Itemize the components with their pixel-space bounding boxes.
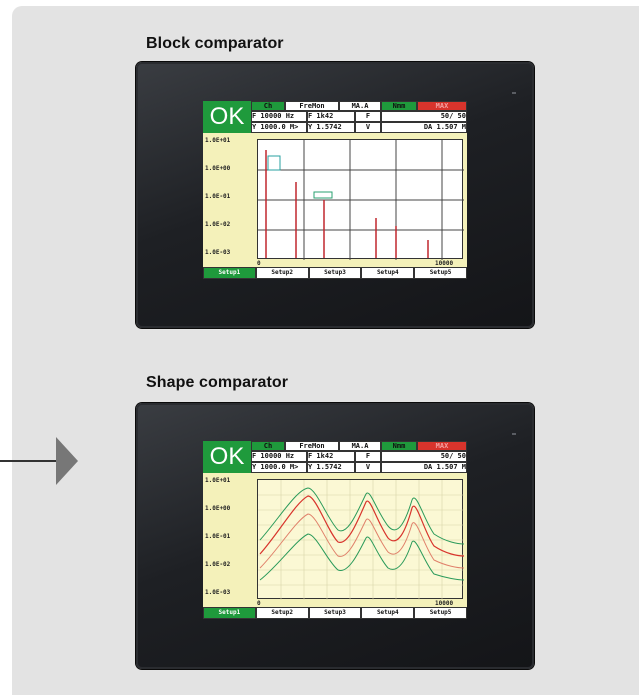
header-cell-status: Nmm [381, 101, 417, 111]
shape-graph [258, 480, 464, 600]
y-axis-label: 1.0E-03 [205, 249, 231, 256]
tab-setup2[interactable]: Setup2 [255, 607, 309, 619]
y-axis-label: 1.0E-02 [205, 561, 231, 568]
tab-setup1[interactable]: Setup1 [203, 607, 256, 619]
da-readout: DA 1.507 M [381, 462, 467, 473]
y-axis-label: 1.0E+01 [205, 477, 231, 484]
shape-comparator-heading: Shape comparator [146, 374, 289, 391]
x-axis-min: 0 [257, 260, 261, 267]
device-led-icon [512, 433, 516, 435]
arrow-right-icon [56, 437, 78, 485]
y-axis-label: 1.0E+01 [205, 137, 231, 144]
unit-readout: F [355, 111, 381, 122]
spectrum-plot [257, 139, 464, 260]
spectrum-graph [258, 140, 464, 260]
header-cell-mode: FreMon [285, 441, 339, 451]
count-readout: 50/ 50 [381, 451, 467, 462]
setup-tabs: Setup1 Setup2 Setup3 Setup4 Setup5 [203, 267, 467, 279]
amplitude-readout: Y 1000.0 M> [251, 122, 307, 133]
block-comparator-device: OK Ch FreMon MA.A Nmm MAX F 10000 Hz F 1… [136, 62, 534, 328]
tab-setup3[interactable]: Setup3 [308, 607, 362, 619]
da-readout: DA 1.507 M [381, 122, 467, 133]
y-axis-label: 1.0E-02 [205, 221, 231, 228]
x-axis-max: 10000 [435, 600, 454, 607]
header-cell-range: MA.A [339, 101, 381, 111]
device-screen: OK Ch FreMon MA.A Nmm MAX F 10000 Hz F 1… [203, 441, 467, 619]
y-axis-label: 1.0E+00 [205, 165, 231, 172]
shape-comparator-device: OK Ch FreMon MA.A Nmm MAX F 10000 Hz F 1… [136, 403, 534, 669]
y-axis-label: 1.0E-01 [205, 193, 231, 200]
ok-indicator: OK [203, 441, 251, 473]
amplitude-readout: Y 1000.0 M> [251, 462, 307, 473]
header-cell-mode: FreMon [285, 101, 339, 111]
ok-indicator: OK [203, 101, 251, 133]
x-axis-min: 0 [257, 600, 261, 607]
header-cell-alarm: MAX [417, 441, 467, 451]
header-cell-status: Nmm [381, 441, 417, 451]
y-axis-label: 1.0E-01 [205, 533, 231, 540]
tab-setup3[interactable]: Setup3 [308, 267, 362, 279]
tab-setup5[interactable]: Setup5 [414, 607, 467, 619]
device-screen: OK Ch FreMon MA.A Nmm MAX F 10000 Hz F 1… [203, 101, 467, 279]
connector-line [0, 460, 56, 462]
tab-setup4[interactable]: Setup4 [361, 607, 415, 619]
y-axis-label: 1.0E-03 [205, 589, 231, 596]
header-cell-alarm: MAX [417, 101, 467, 111]
header-cell-range: MA.A [339, 441, 381, 451]
value-readout: F 1k42 [307, 451, 355, 462]
device-led-icon [512, 92, 516, 94]
level-readout: Y 1.5742 [307, 122, 355, 133]
x-axis-max: 10000 [435, 260, 454, 267]
shape-plot [257, 479, 464, 600]
tab-setup1[interactable]: Setup1 [203, 267, 256, 279]
tab-setup5[interactable]: Setup5 [414, 267, 467, 279]
tab-setup2[interactable]: Setup2 [255, 267, 309, 279]
tab-setup4[interactable]: Setup4 [361, 267, 415, 279]
level-unit: V [355, 462, 381, 473]
level-readout: Y 1.5742 [307, 462, 355, 473]
count-readout: 50/ 50 [381, 111, 467, 122]
block-comparator-heading: Block comparator [146, 35, 284, 52]
freq-readout: F 10000 Hz [251, 111, 307, 122]
setup-tabs: Setup1 Setup2 Setup3 Setup4 Setup5 [203, 607, 467, 619]
value-readout: F 1k42 [307, 111, 355, 122]
freq-readout: F 10000 Hz [251, 451, 307, 462]
level-unit: V [355, 122, 381, 133]
header-cell-ch: Ch [251, 101, 285, 111]
unit-readout: F [355, 451, 381, 462]
header-cell-ch: Ch [251, 441, 285, 451]
y-axis-label: 1.0E+00 [205, 505, 231, 512]
